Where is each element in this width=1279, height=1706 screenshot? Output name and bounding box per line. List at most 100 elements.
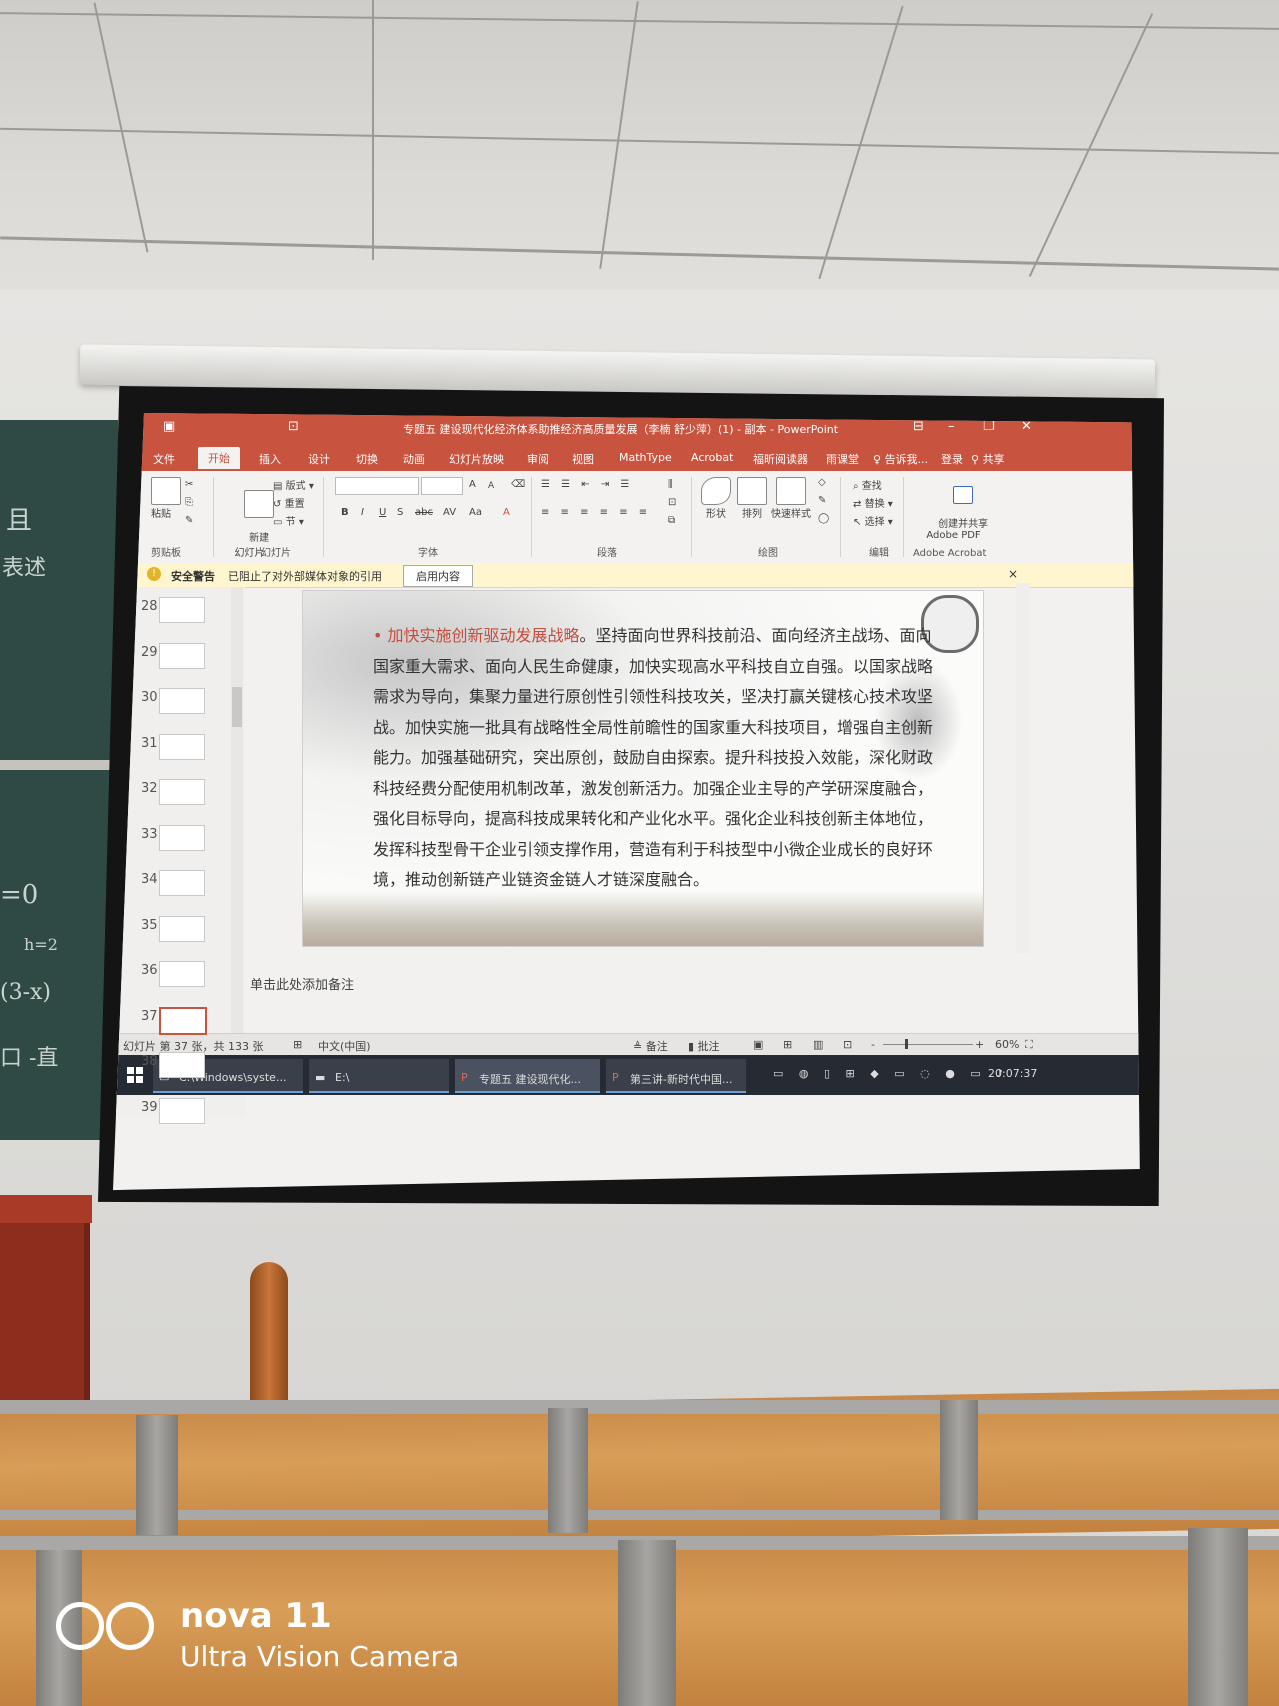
- tab-home[interactable]: 开始: [198, 447, 240, 469]
- grow-font-button[interactable]: A: [469, 479, 476, 490]
- text-direction-icon[interactable]: ⫼: [668, 479, 673, 490]
- replace-button[interactable]: ⇄ 替换 ▾: [853, 495, 893, 510]
- taskbar-explorer[interactable]: ▬ E:\: [309, 1059, 449, 1093]
- notes-toggle[interactable]: ≜ 备注: [633, 1038, 668, 1054]
- font-size-select[interactable]: [421, 477, 463, 495]
- change-case-button[interactable]: Aa: [469, 507, 482, 518]
- comments-toggle[interactable]: ▮ 批注: [688, 1038, 720, 1054]
- section-button[interactable]: ▭ 节 ▾: [273, 513, 304, 528]
- slide-sorter-icon[interactable]: ⊞: [783, 1038, 792, 1051]
- windows-start-icon[interactable]: [127, 1067, 143, 1083]
- ribbon: 粘贴 ✂ ⎘ ✎ 剪贴板 新建 幻灯片 ▤ 版式 ▾ ↺ 重置 ▭ 节 ▾ 幻灯…: [113, 471, 1140, 564]
- clock[interactable]: 20:07:37: [988, 1067, 1037, 1080]
- bold-button[interactable]: B: [341, 507, 349, 518]
- slide-thumbnail[interactable]: [159, 915, 205, 942]
- select-button[interactable]: ↖ 选择 ▾: [853, 513, 893, 528]
- zoom-slider[interactable]: [883, 1044, 973, 1045]
- notes-pane[interactable]: 单击此处添加备注: [238, 958, 1028, 1038]
- underline-button[interactable]: U: [379, 507, 386, 518]
- scroll-thumb[interactable]: [232, 687, 242, 727]
- slide-thumbnail[interactable]: [159, 870, 205, 896]
- fit-slide-icon[interactable]: ⛶: [1025, 1038, 1033, 1052]
- slide-canvas[interactable]: • 加快实施创新驱动发展战略。坚持面向世界科技前沿、面向经济主战场、面向国家重大…: [303, 591, 983, 946]
- shapes-button[interactable]: 形状: [701, 477, 731, 520]
- share-button[interactable]: ⚲ 共享: [971, 451, 1005, 467]
- zoom-slider-thumb[interactable]: [905, 1039, 908, 1049]
- font-color-button[interactable]: A: [503, 507, 510, 518]
- zoom-level[interactable]: 60%: [995, 1038, 1019, 1051]
- slide-thumbnail[interactable]: [159, 1052, 205, 1078]
- tab-view[interactable]: 视图: [572, 451, 594, 467]
- notes-placeholder: 单击此处添加备注: [250, 978, 355, 993]
- slideshow-icon[interactable]: ⊡: [843, 1038, 852, 1051]
- strikethrough-button[interactable]: abc: [415, 507, 433, 518]
- font-name-select[interactable]: [335, 477, 419, 495]
- zoom-in-button[interactable]: +: [975, 1038, 984, 1051]
- tab-rain-classroom[interactable]: 雨课堂: [826, 451, 859, 467]
- list-buttons[interactable]: ☰ ☰ ⇤ ⇥ ☰: [541, 479, 633, 490]
- slide-thumbnail[interactable]: [159, 733, 205, 760]
- normal-view-icon[interactable]: ▣: [753, 1038, 763, 1051]
- close-bar-icon[interactable]: ×: [1008, 567, 1018, 581]
- find-button[interactable]: ⌕ 查找: [853, 477, 882, 492]
- slide-thumbnail[interactable]: [159, 1097, 205, 1124]
- slide-thumbnail[interactable]: [159, 597, 205, 623]
- shape-outline-icon[interactable]: ✎: [818, 495, 826, 506]
- restore-button[interactable]: ❐: [983, 419, 995, 434]
- shadow-button[interactable]: S: [397, 507, 403, 518]
- arrange-button[interactable]: 排列: [737, 477, 767, 520]
- ribbon-display-icon[interactable]: ⊟: [913, 419, 924, 434]
- shrink-font-button[interactable]: A: [488, 481, 494, 491]
- zoom-out-button[interactable]: -: [871, 1038, 875, 1051]
- tab-slideshow[interactable]: 幻灯片放映: [449, 451, 504, 467]
- save-icon[interactable]: ▣: [163, 419, 175, 434]
- slide-thumbnail[interactable]: [159, 642, 205, 669]
- reset-button[interactable]: ↺ 重置: [273, 495, 305, 510]
- italic-button[interactable]: I: [361, 507, 364, 518]
- tab-file[interactable]: 文件: [153, 451, 175, 467]
- signin-link[interactable]: 登录: [941, 451, 963, 467]
- layout-button[interactable]: ▤ 版式 ▾: [273, 477, 314, 492]
- taskbar-ppt-1[interactable]: P 专题五 建设现代化...: [455, 1059, 600, 1093]
- smartart-icon[interactable]: ⧉: [668, 515, 675, 526]
- cut-icon[interactable]: ✂: [185, 479, 193, 490]
- slide-thumbnail[interactable]: [159, 779, 205, 805]
- paste-label: 粘贴: [151, 509, 171, 520]
- slide-thumbnail[interactable]: [159, 824, 205, 851]
- taskbar-ppt-2[interactable]: P 第三讲-新时代中国...: [606, 1059, 746, 1093]
- create-pdf-button[interactable]: 创建并共享 Adobe PDF: [919, 475, 988, 552]
- tellme-input[interactable]: ♀ 告诉我...: [873, 451, 928, 467]
- minimize-button[interactable]: –: [948, 419, 955, 434]
- spellcheck-icon[interactable]: ⊞: [293, 1038, 302, 1051]
- copy-icon[interactable]: ⎘: [185, 497, 193, 508]
- cursor-icon: ↖: [853, 517, 862, 528]
- tab-mathtype[interactable]: MathType: [619, 451, 672, 464]
- paste-button[interactable]: 粘贴: [151, 477, 181, 520]
- language-indicator[interactable]: 中文(中国): [318, 1038, 371, 1054]
- slide-thumbnail[interactable]: [159, 688, 205, 714]
- present-icon[interactable]: ⊡: [288, 419, 299, 434]
- format-painter-icon[interactable]: ✎: [185, 515, 193, 526]
- reading-view-icon[interactable]: ▥: [813, 1038, 823, 1051]
- alignment-buttons[interactable]: ≡ ≡ ≡ ≡ ≡ ≡: [541, 507, 651, 518]
- tab-reader[interactable]: 福昕阅读器: [753, 451, 808, 467]
- thumbnail-number: 35: [141, 917, 158, 933]
- system-tray-icons[interactable]: ▭ ◍ ▯ ⊞ ◆ ▭ ◌ ● ▭ ♪: [773, 1067, 1009, 1080]
- tab-animations[interactable]: 动画: [403, 451, 425, 467]
- tab-insert[interactable]: 插入: [259, 451, 281, 467]
- slide-body-text[interactable]: • 加快实施创新驱动发展战略。坚持面向世界科技前沿、面向经济主战场、面向国家重大…: [373, 621, 943, 896]
- clear-format-icon[interactable]: ⌫: [511, 479, 525, 490]
- tab-transitions[interactable]: 切换: [356, 451, 378, 467]
- align-text-icon[interactable]: ⊡: [668, 497, 676, 508]
- shape-effects-icon[interactable]: ◯: [818, 513, 829, 524]
- tab-review[interactable]: 审阅: [527, 451, 549, 467]
- char-spacing-button[interactable]: AV: [443, 507, 456, 518]
- quick-styles-button[interactable]: 快速样式: [771, 477, 811, 520]
- shape-fill-icon[interactable]: ◇: [818, 477, 826, 488]
- slide-thumbnail[interactable]: [159, 1006, 207, 1035]
- tab-acrobat[interactable]: Acrobat: [691, 451, 733, 464]
- slide-scrollbar[interactable]: [1016, 583, 1030, 953]
- slide-thumbnail[interactable]: [159, 961, 205, 987]
- tab-design[interactable]: 设计: [308, 451, 330, 467]
- enable-content-button[interactable]: 启用内容: [403, 565, 473, 587]
